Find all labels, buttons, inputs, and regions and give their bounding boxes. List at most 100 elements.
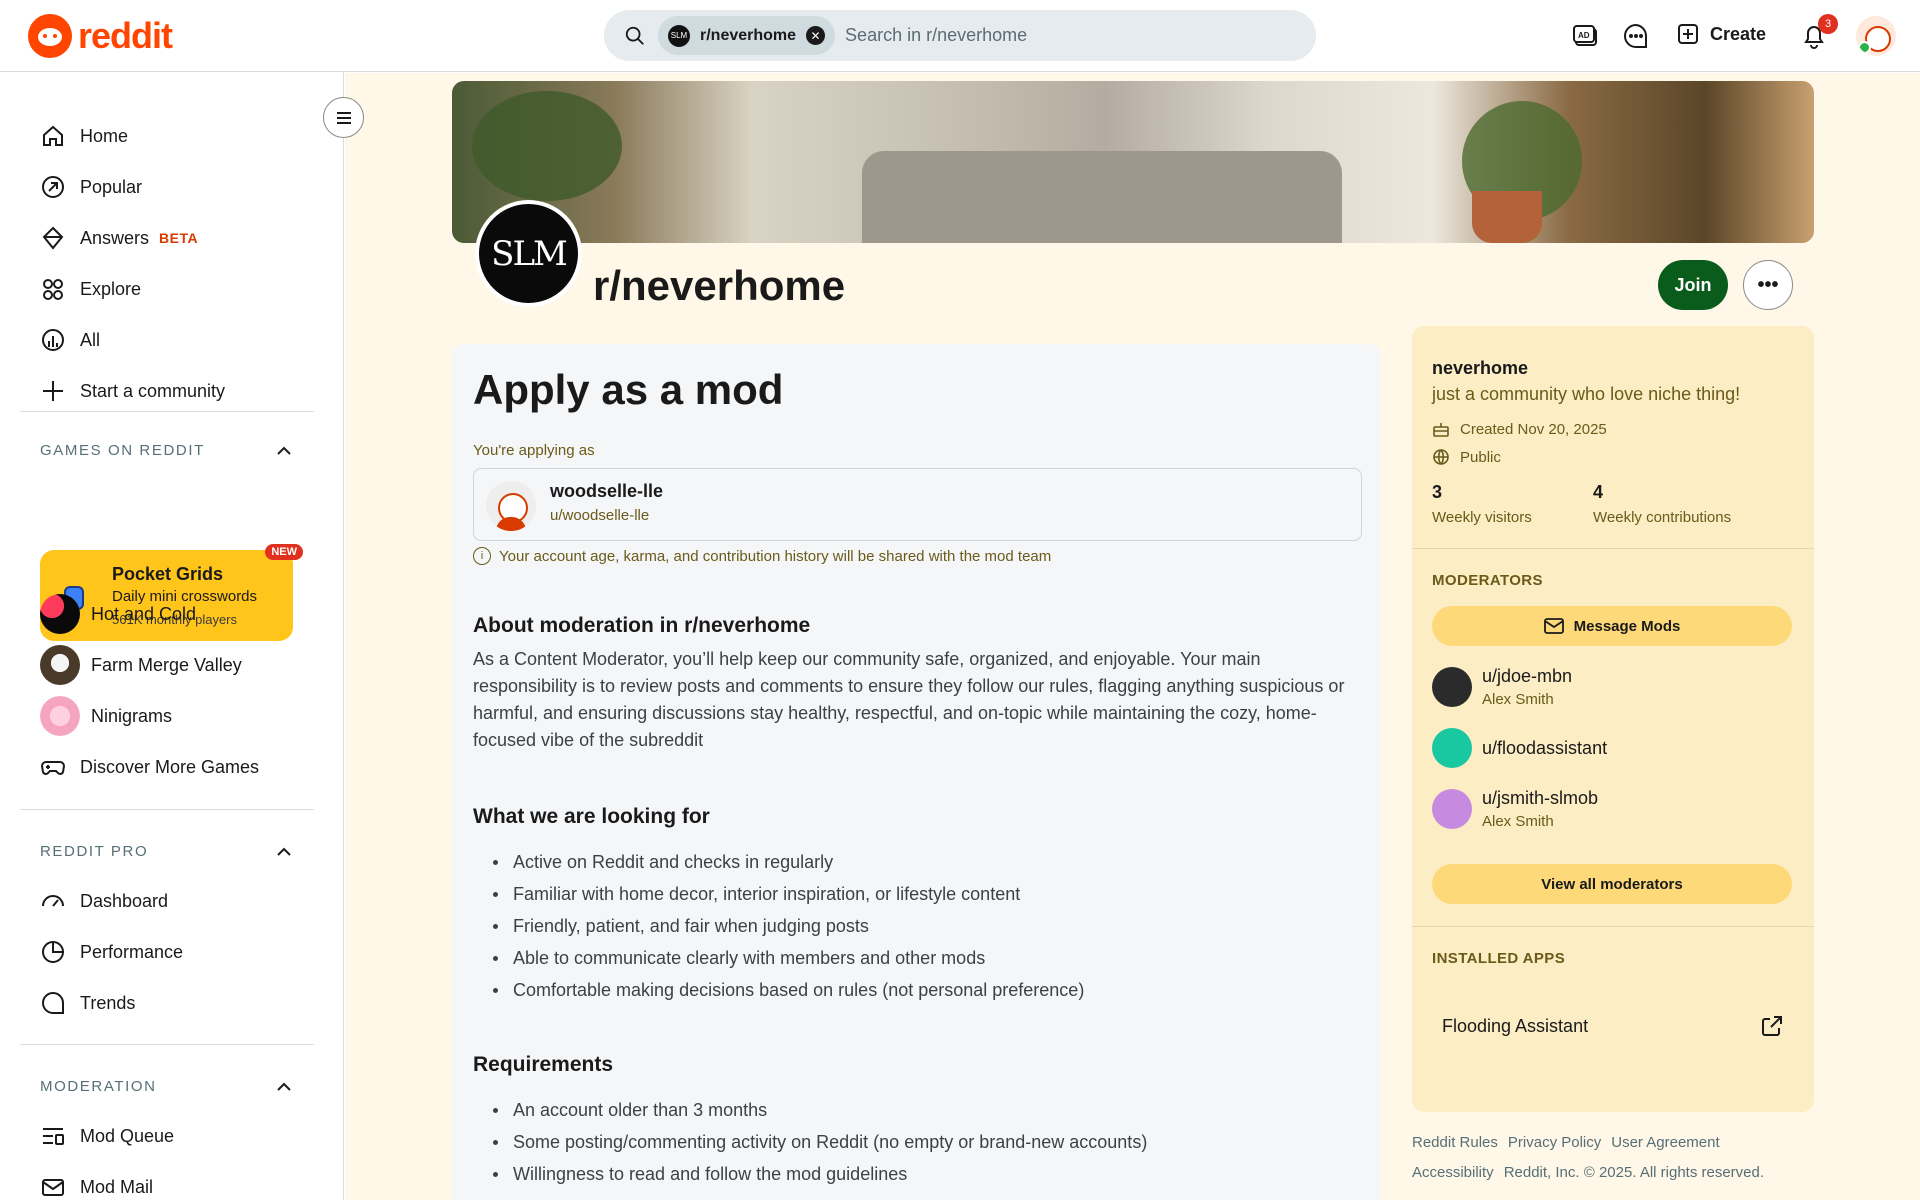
community-banner (452, 81, 1814, 243)
more-icon: ••• (1757, 273, 1779, 296)
section-title: MODERATION (40, 1078, 157, 1095)
join-button[interactable]: Join (1658, 260, 1728, 310)
footer-link[interactable]: Privacy Policy (1508, 1134, 1601, 1151)
moderator-subtitle: Alex Smith (1482, 813, 1554, 830)
divider (20, 411, 314, 412)
game-farm-merge-valley[interactable]: Farm Merge Valley (40, 645, 242, 685)
game-label: Hot and Cold (91, 603, 197, 624)
nav-label: Trends (80, 992, 136, 1013)
nav-label: Popular (80, 176, 143, 197)
more-options-button[interactable]: ••• (1743, 260, 1793, 310)
home-icon (43, 125, 63, 146)
looking-for-list: Active on Reddit and checks in regularly… (493, 846, 1084, 1006)
divider (20, 1044, 314, 1045)
nav-dashboard[interactable]: Dashboard (40, 881, 168, 921)
visibility: Public (1432, 448, 1501, 466)
nav-label: Performance (80, 941, 184, 962)
share-notice-text: Your account age, karma, and contributio… (499, 547, 1052, 565)
left-sidebar: Home Popular Answers BETA Explore All St… (0, 72, 344, 1200)
advertise-icon[interactable]: AD (1572, 22, 1600, 50)
search-bar[interactable]: SLM r/neverhome ✕ (604, 10, 1316, 61)
nav-label: Dashboard (80, 890, 169, 911)
farm-merge-avatar (40, 645, 80, 685)
list-item: Willingness to read and follow the mod g… (493, 1158, 1147, 1190)
nav-answers[interactable]: Answers BETA (40, 218, 198, 258)
share-notice: i Your account age, karma, and contribut… (473, 547, 1051, 565)
nav-all[interactable]: All (40, 320, 100, 360)
reddit-logo[interactable]: reddit (28, 14, 173, 58)
moderator-item[interactable]: u/jdoe-mbn Alex Smith (1432, 666, 1572, 708)
plus-icon (43, 381, 63, 401)
nav-popular[interactable]: Popular (40, 167, 142, 207)
weekly-visitors: 3 Weekly visitors (1432, 482, 1532, 526)
top-bar: reddit SLM r/neverhome ✕ AD Create 3 (0, 0, 1920, 72)
moderator-item[interactable]: u/jsmith-slmob Alex Smith (1432, 788, 1598, 830)
community-description: just a community who love niche thing! (1432, 384, 1741, 404)
nav-start-community[interactable]: Start a community (40, 371, 225, 411)
clear-scope-icon[interactable]: ✕ (806, 26, 826, 45)
created-date: Created Nov 20, 2025 (1432, 420, 1607, 438)
installed-apps-heading: INSTALLED APPS (1432, 950, 1566, 967)
game-label: Discover More Games (80, 756, 260, 777)
notification-badge: 3 (1818, 14, 1838, 34)
moderator-item[interactable]: u/floodassistant (1432, 728, 1607, 768)
installed-app-item[interactable]: Flooding Assistant (1442, 1014, 1784, 1038)
chevron-up-icon (277, 1082, 291, 1091)
community-info-panel: neverhome just a community who love nich… (1412, 326, 1814, 1112)
snoo-icon (28, 14, 72, 58)
mod-queue-icon (43, 1128, 64, 1145)
nav-home[interactable]: Home (40, 116, 128, 156)
banner-pot (1472, 191, 1542, 243)
create-icon (1678, 24, 1698, 44)
nav-explore[interactable]: Explore (40, 269, 141, 309)
moderators-heading: MODERATORS (1432, 572, 1543, 589)
applying-as-label: You're applying as (473, 442, 595, 459)
hot-and-cold-avatar (40, 594, 80, 634)
games-section-header[interactable]: GAMES ON REDDIT (40, 442, 292, 459)
community-name: r/neverhome (593, 262, 846, 309)
copyright: Reddit, Inc. © 2025. All rights reserved… (1503, 1164, 1765, 1181)
moderator-name: u/floodassistant (1482, 737, 1608, 758)
create-button[interactable]: Create (1676, 22, 1766, 46)
app-name: Flooding Assistant (1442, 1015, 1589, 1036)
created-text: Created Nov 20, 2025 (1460, 420, 1607, 438)
view-all-moderators-button[interactable]: View all moderators (1432, 864, 1792, 904)
nav-mod-mail[interactable]: Mod Mail (40, 1167, 153, 1200)
nav-label: Home (80, 125, 129, 146)
user-avatar[interactable] (1856, 16, 1896, 56)
game-label: Farm Merge Valley (91, 654, 242, 675)
nav-trends[interactable]: Trends (40, 983, 135, 1023)
external-link-icon[interactable] (1760, 1014, 1784, 1038)
divider (20, 809, 314, 810)
search-input[interactable] (845, 25, 1206, 46)
applicant-box: woodselle-lle u/woodselle-lle (473, 468, 1362, 541)
mod-mail-icon (42, 1179, 64, 1196)
footer-link[interactable]: Reddit Rules (1412, 1134, 1498, 1151)
ninigrams-avatar (40, 696, 80, 736)
applicant-handle: u/woodselle-lle (550, 507, 650, 524)
nav-performance[interactable]: Performance (40, 932, 183, 972)
create-label: Create (1710, 23, 1767, 44)
list-item: Friendly, patient, and fair when judging… (493, 910, 1084, 942)
footer-link[interactable]: User Agreement (1611, 1134, 1719, 1151)
chat-icon[interactable] (1622, 22, 1650, 50)
list-item: Comfortable making decisions based on ru… (493, 974, 1084, 1006)
sidebar-toggle-button[interactable] (323, 97, 364, 138)
requirements-heading: Requirements (473, 1053, 614, 1076)
promo-title: Pocket Grids (112, 564, 224, 584)
moderator-name: u/jsmith-slmob (1482, 788, 1599, 808)
game-ninigrams[interactable]: Ninigrams (40, 696, 172, 736)
discover-more-games[interactable]: Discover More Games (40, 747, 259, 787)
game-hot-and-cold[interactable]: Hot and Cold (40, 594, 196, 634)
mail-icon (1543, 618, 1564, 634)
search-scope-chip[interactable]: SLM r/neverhome ✕ (658, 16, 836, 55)
moderation-section-header[interactable]: MODERATION (40, 1078, 292, 1095)
trends-icon (42, 991, 64, 1014)
footer-link[interactable]: Accessibility (1412, 1164, 1494, 1181)
banner-sofa (862, 151, 1342, 243)
nav-mod-queue[interactable]: Mod Queue (40, 1116, 174, 1156)
community-title: neverhome (1432, 358, 1529, 378)
message-mods-button[interactable]: Message Mods (1432, 606, 1792, 646)
reddit-pro-section-header[interactable]: REDDIT PRO (40, 843, 292, 860)
nav-label: Explore (80, 278, 142, 299)
